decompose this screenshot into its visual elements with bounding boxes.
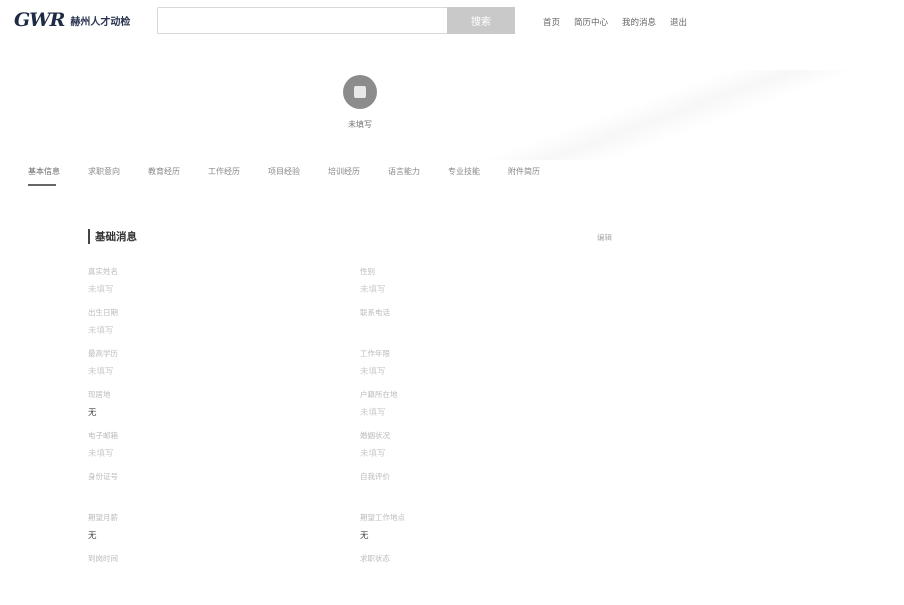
background-decoration [460,70,880,160]
tab-attachments[interactable]: 附件简历 [508,166,540,183]
field-label: 最高学历 [88,349,118,358]
profile-block: 未填写 [330,75,390,130]
field-value: 未填写 [360,408,386,418]
top-bar: GWR 赫州人才动检 搜索 首页 简历中心 我的消息 退出 [0,0,904,44]
field-label: 工作年限 [360,349,390,358]
field-value: 无 [88,408,97,418]
field-value: 未填写 [88,367,114,377]
field-label: 自我评价 [360,472,390,481]
field-label: 出生日期 [88,308,118,317]
field-label: 身份证号 [88,472,118,481]
profile-name: 未填写 [348,120,372,129]
field-label: 户籍所在地 [360,390,398,399]
nav-home[interactable]: 首页 [543,16,560,28]
section-title: 基础消息 [88,229,137,244]
field-label: 求职状态 [360,554,390,563]
site-logo[interactable]: GWR 赫州人才动检 [14,9,130,31]
field-value: 无 [360,531,369,541]
field-label: 电子邮箱 [88,431,118,440]
logo-text: 赫州人才动检 [70,16,131,28]
avatar[interactable] [343,75,377,109]
field-value: 未填写 [88,449,114,459]
user-icon [354,86,366,98]
field-value: 未填写 [360,367,386,377]
search-input[interactable] [157,7,449,34]
field-value: 未填写 [360,285,386,295]
field-label: 真实姓名 [88,267,118,276]
tab-training[interactable]: 培训经历 [328,166,360,183]
field-value: 未填写 [360,449,386,459]
field-label: 期望月薪 [88,513,118,522]
field-label: 现居地 [88,390,111,399]
tab-work-experience[interactable]: 工作经历 [208,166,240,183]
field-value: 无 [88,531,97,541]
resume-tabs: 基本信息 求职意向 教育经历 工作经历 项目经验 培训经历 语言能力 专业技能 … [28,166,568,186]
field-label: 期望工作地点 [360,513,405,522]
nav-logout[interactable]: 退出 [670,16,687,28]
logo-mark: GWR [14,9,65,31]
field-label: 性别 [360,267,375,276]
tab-education[interactable]: 教育经历 [148,166,180,183]
field-label: 到岗时间 [88,554,118,563]
nav-resume-center[interactable]: 简历中心 [574,16,608,28]
field-label: 婚姻状况 [360,431,390,440]
tab-skills[interactable]: 专业技能 [448,166,480,183]
field-label: 联系电话 [360,308,390,317]
top-nav: 首页 简历中心 我的消息 退出 [543,16,687,28]
tab-job-intention[interactable]: 求职意向 [88,166,120,183]
search-button[interactable]: 搜索 [447,7,515,34]
field-value: 未填写 [88,326,114,336]
tab-languages[interactable]: 语言能力 [388,166,420,183]
nav-messages[interactable]: 我的消息 [622,16,656,28]
field-value: 未填写 [88,285,114,295]
tab-projects[interactable]: 项目经验 [268,166,300,183]
edit-button[interactable]: 编辑 [597,232,612,243]
tab-basic-info[interactable]: 基本信息 [28,166,60,186]
